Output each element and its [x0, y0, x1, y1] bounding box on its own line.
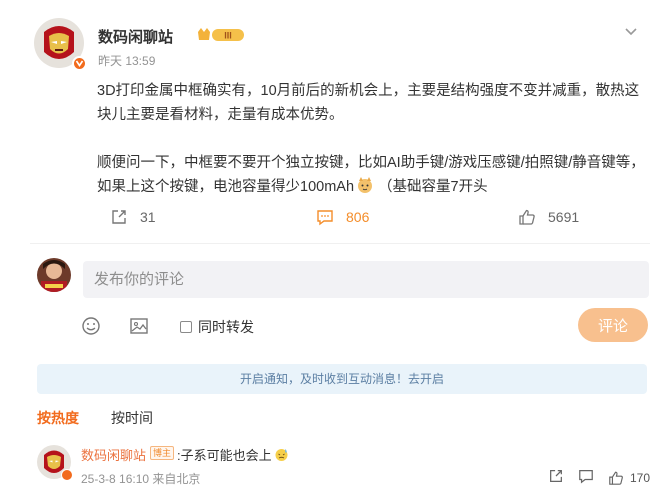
smiley-icon[interactable] — [81, 316, 101, 336]
post-body: 3D打印金属中框确实有，10月前后的新机会上，主要是结构强度不变并减重，散热这块… — [97, 79, 645, 199]
comment-text-row: :子系可能也会上 — [177, 445, 289, 464]
author-name[interactable]: 数码闲聊站 — [98, 26, 173, 47]
comment-actions: 170 — [534, 468, 650, 487]
sort-tabs: 按热度 按时间 — [37, 408, 185, 428]
thumbs-up-icon — [519, 209, 535, 225]
comment-input[interactable] — [83, 261, 649, 298]
author-badge: 博主 — [150, 446, 175, 460]
current-user-avatar[interactable] — [37, 258, 71, 292]
repost-checkbox[interactable]: 同时转发 — [180, 317, 254, 337]
image-icon[interactable] — [129, 316, 149, 336]
share-icon — [112, 210, 126, 224]
comment-count: 806 — [346, 209, 370, 225]
level-badge: III — [196, 26, 250, 44]
level-text: III — [224, 31, 232, 41]
post-paragraph-tail: （基础容量7开头 — [378, 179, 488, 195]
notification-banner[interactable]: 开启通知，及时收到互动消息！去开启 — [37, 364, 647, 394]
comment-composer: 同时转发 评论 — [37, 258, 649, 358]
post-header: 数码闲聊站 III 昨天 13:59 — [30, 14, 650, 74]
divider — [30, 243, 650, 244]
share-icon[interactable] — [548, 468, 564, 487]
chevron-down-icon[interactable] — [622, 22, 640, 40]
like-count: 5691 — [548, 209, 580, 225]
post-paragraph: 顺便问一下，中框要不要开个独立按键，比如AI助手键/游戏压感键/拍照键/静音键等… — [97, 151, 645, 199]
comment-like-button[interactable]: 170 — [608, 470, 650, 486]
repost-label: 同时转发 — [198, 319, 254, 335]
post-actions: 31 806 5691 — [110, 208, 610, 230]
comment-text: :子系可能也会上 — [177, 448, 272, 463]
comment-like-count: 170 — [629, 470, 650, 485]
comment-meta: 25-3-8 16:10 来自北京 — [81, 472, 201, 486]
sweat-emoji-icon — [274, 447, 289, 462]
tab-sort-by-hot[interactable]: 按热度 — [37, 408, 79, 428]
checkbox-icon[interactable] — [180, 321, 192, 333]
like-button[interactable]: 5691 — [518, 208, 579, 226]
commenter-name[interactable]: 数码闲聊站 — [81, 445, 146, 464]
comment-item: 数码闲聊站 博主 :子系可能也会上 25-3-8 16:10 来自北京 170 — [37, 440, 650, 494]
post-time[interactable]: 昨天 13:59 — [98, 52, 155, 69]
verified-badge-icon — [61, 469, 73, 481]
tab-sort-by-time[interactable]: 按时间 — [111, 408, 153, 428]
repost-count: 31 — [140, 209, 156, 225]
comment-button[interactable]: 806 — [316, 208, 369, 226]
comment-icon — [317, 210, 333, 226]
verified-badge-icon — [72, 56, 87, 71]
thumbs-up-icon — [609, 471, 623, 485]
post-paragraph: 3D打印金属中框确实有，10月前后的新机会上，主要是结构强度不变并减重，散热这块… — [97, 83, 640, 123]
doge-emoji-icon — [356, 176, 374, 194]
repost-button[interactable]: 31 — [110, 208, 156, 226]
comment-icon[interactable] — [578, 468, 594, 487]
submit-comment-button[interactable]: 评论 — [578, 308, 648, 342]
